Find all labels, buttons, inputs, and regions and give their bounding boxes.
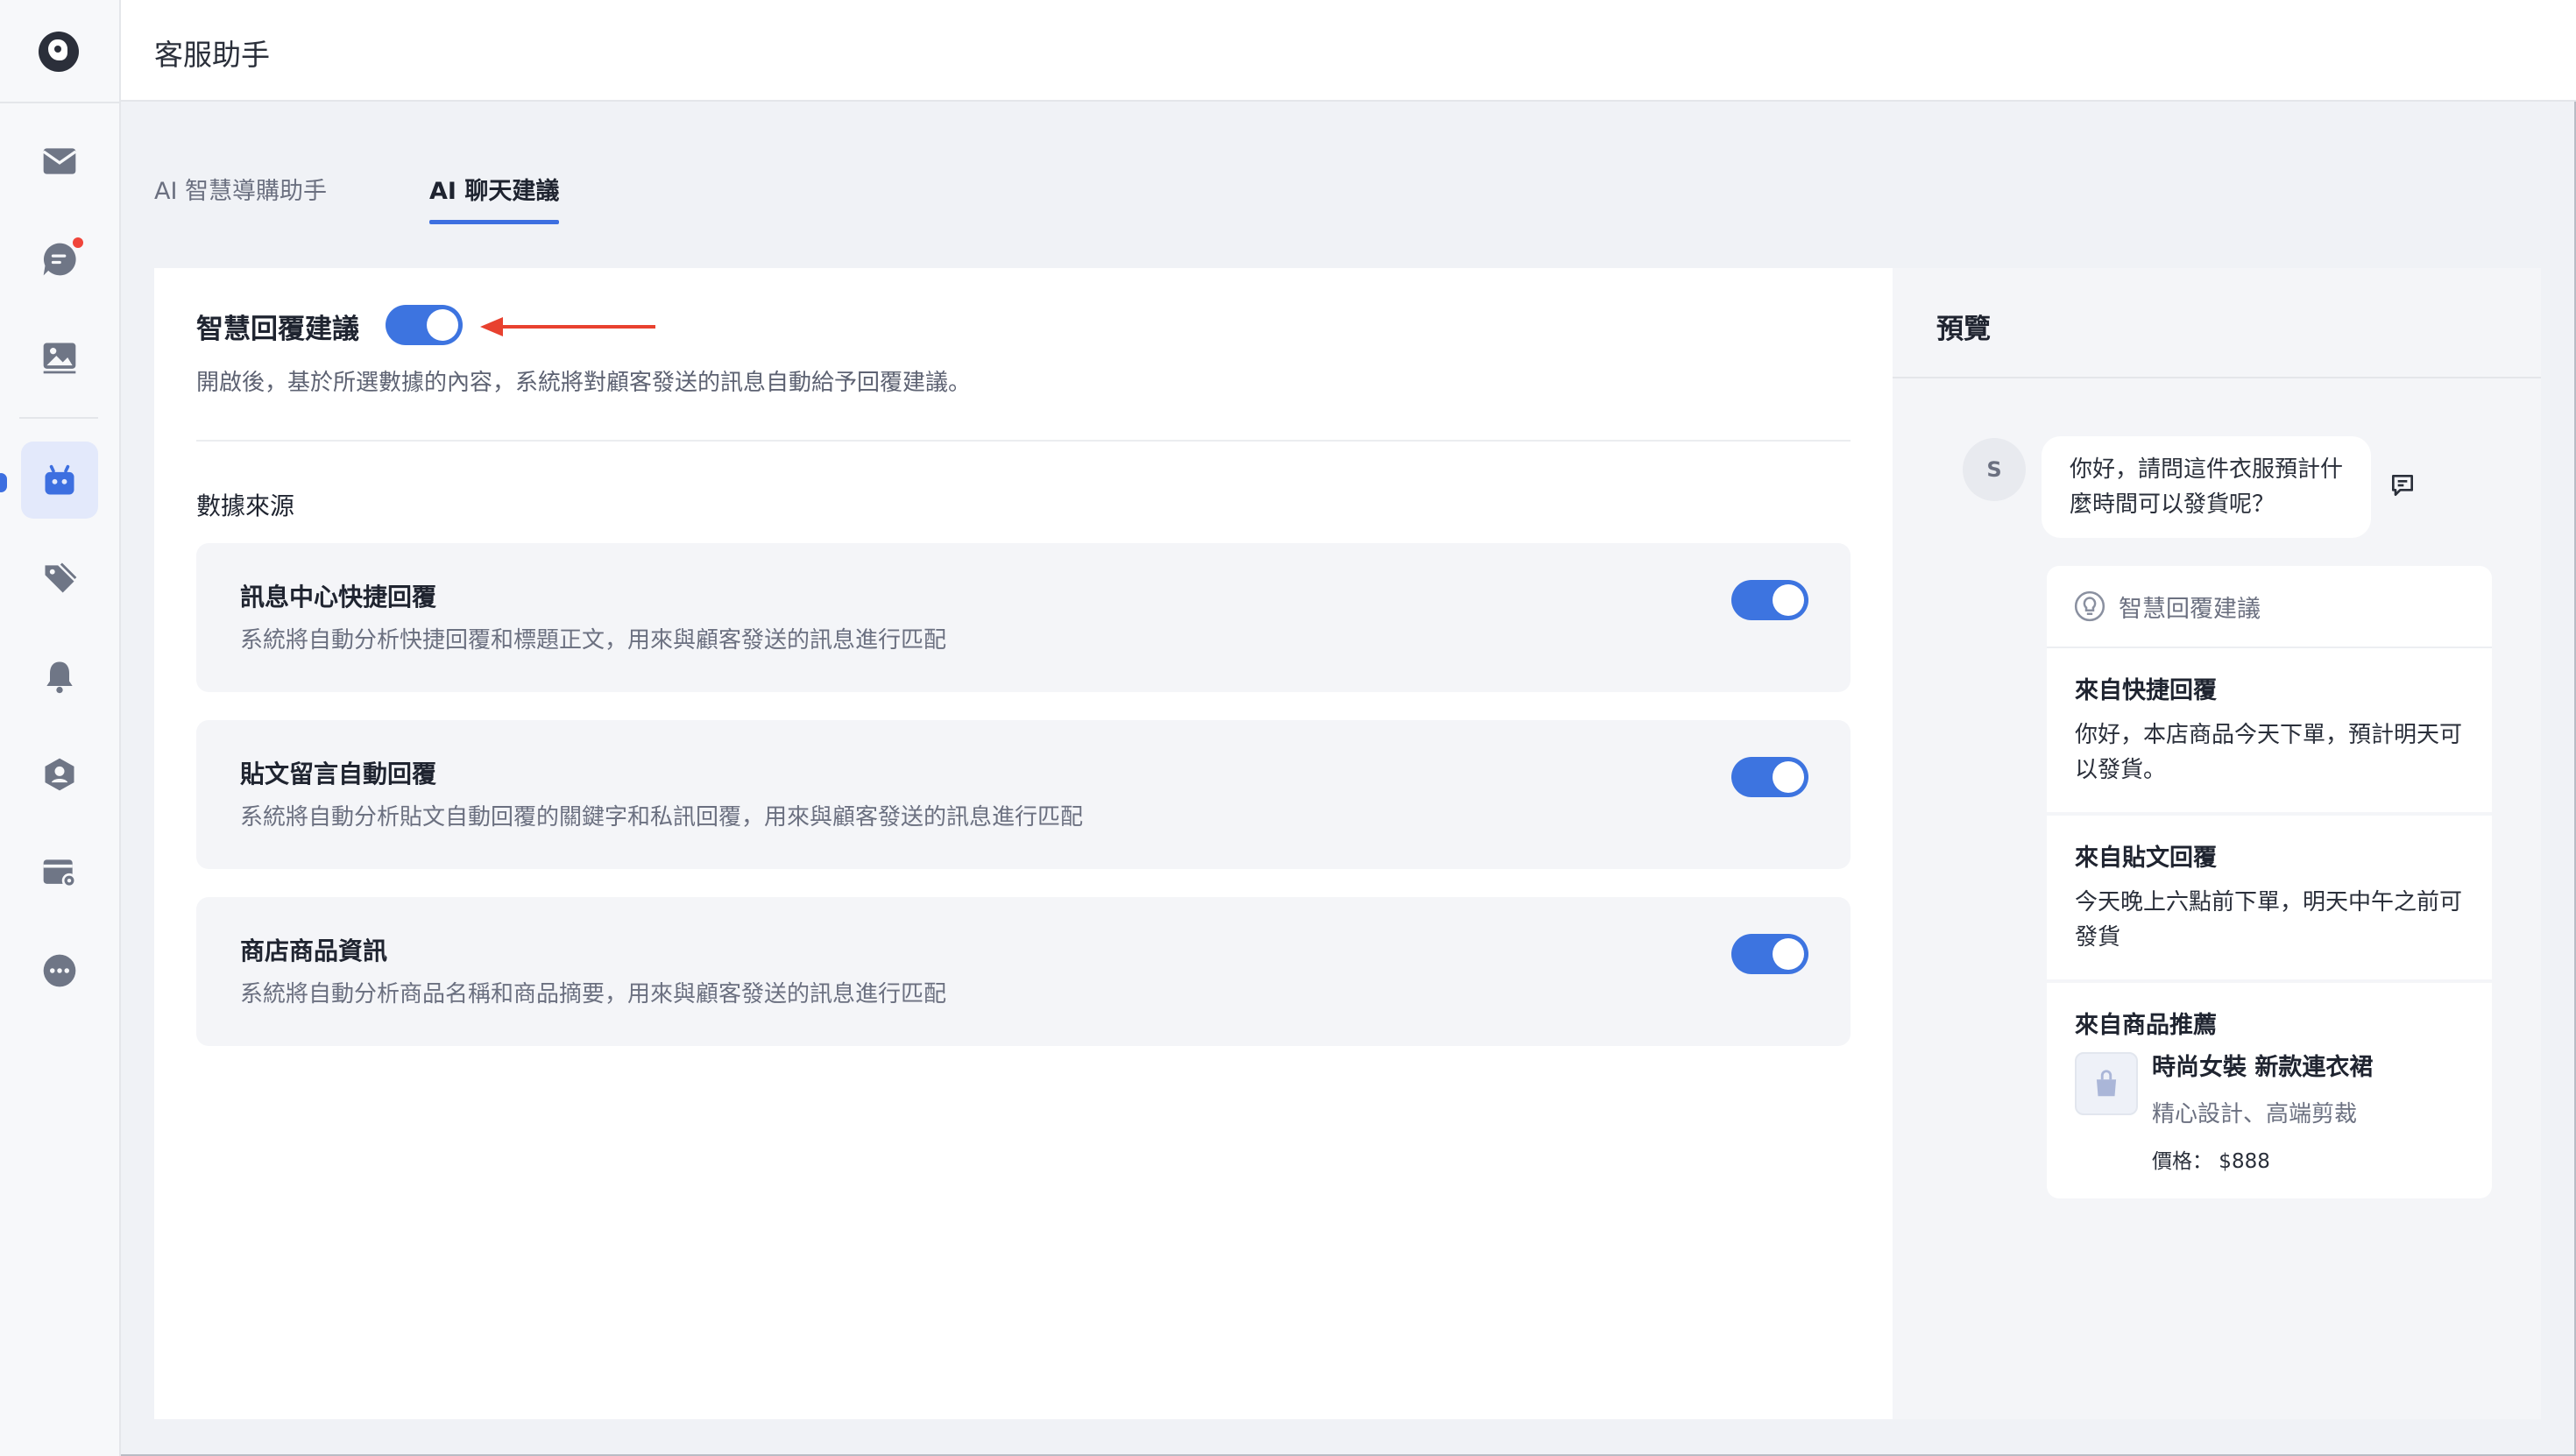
- shopping-bag-icon: [2096, 1070, 2117, 1097]
- source-description: 系統將自動分析商品名稱和商品摘要，用來與顧客發送的訊息進行匹配: [240, 981, 947, 1007]
- smart-reply-title: 智慧回覆建議: [196, 314, 359, 345]
- suggestion-heading: 來自貼文回覆: [2075, 845, 2217, 872]
- source-title: 商店商品資訊: [240, 937, 388, 965]
- source-card-store-products: 商店商品資訊 系統將自動分析商品名稱和商品摘要，用來與顧客發送的訊息進行匹配: [196, 897, 1851, 1046]
- preview-divider: [1893, 377, 2541, 378]
- sidebar-item-media[interactable]: [21, 319, 98, 396]
- unread-badge: [70, 235, 86, 251]
- suggestion-card: 智慧回覆建議 來自快捷回覆 你好，本店商品今天下單，預計明天可以發貨。 來自貼文…: [2047, 566, 2492, 1198]
- quick-reply-toggle[interactable]: [1731, 580, 1808, 620]
- customer-message-bubble: 你好，請問這件衣服預計什麼時間可以發貨呢？: [2042, 436, 2371, 538]
- product-recommendation: 時尚女裝 新款連衣裙 精心設計、高端剪裁 價格： $888: [2075, 1052, 2464, 1174]
- source-title: 訊息中心快捷回覆: [240, 583, 437, 611]
- active-indicator: [0, 473, 7, 492]
- preview-title: 預覽: [1936, 314, 1991, 345]
- sidebar-item-inbox[interactable]: [21, 123, 98, 200]
- source-description: 系統將自動分析貼文自動回覆的關鍵字和私訊回覆，用來與顧客發送的訊息進行匹配: [240, 804, 1084, 830]
- sidebar-item-more[interactable]: [21, 932, 98, 1009]
- suggestion-header: 智慧回覆建議: [2047, 566, 2492, 648]
- tab-ai-chat-suggestions[interactable]: AI 聊天建議: [429, 172, 560, 224]
- suggestion-item-product[interactable]: 來自商品推薦 時尚女裝 新款連衣裙 精心設計、高端剪裁 價格： $888: [2047, 983, 2492, 1198]
- card-gear-icon: [43, 859, 77, 888]
- product-description: 精心設計、高端剪裁: [2152, 1101, 2358, 1127]
- mail-icon: [42, 148, 77, 174]
- suggestion-body: 你好，本店商品今天下單，預計明天可以發貨。: [2075, 722, 2463, 783]
- image-icon: [43, 343, 76, 374]
- smart-reply-description: 開啟後，基於所選數據的內容，系統將對顧客發送的訊息自動給予回覆建議。: [196, 370, 972, 396]
- suggestion-item[interactable]: 來自快捷回覆 你好，本店商品今天下單，預計明天可以發貨。: [2047, 648, 2492, 816]
- reply-suggest-icon[interactable]: [2388, 471, 2417, 499]
- sidebar-item-chat[interactable]: [21, 221, 98, 298]
- bell-icon: [46, 661, 73, 694]
- tag-icon: [45, 562, 77, 593]
- page-title: 客服助手: [154, 38, 270, 72]
- sidebar: [0, 0, 121, 1456]
- user-shield-icon: [45, 758, 74, 791]
- product-thumbnail: [2075, 1052, 2138, 1115]
- post-comment-toggle[interactable]: [1731, 757, 1808, 797]
- robot-icon: [45, 464, 74, 495]
- sidebar-item-contacts[interactable]: [21, 736, 98, 813]
- source-title: 貼文留言自動回覆: [240, 760, 437, 788]
- suggestion-body: 今天晚上六點前下單，明天中午之前可發貨: [2075, 889, 2463, 951]
- source-card-post-comment: 貼文留言自動回覆 系統將自動分析貼文自動回覆的關鍵字和私訊回覆，用來與顧客發送的…: [196, 720, 1851, 869]
- sidebar-item-assistant[interactable]: [21, 442, 98, 519]
- sidebar-divider: [0, 102, 121, 103]
- source-card-quick-reply: 訊息中心快捷回覆 系統將自動分析快捷回覆和標題正文，用來與顧客發送的訊息進行匹配: [196, 543, 1851, 692]
- suggestion-header-label: 智慧回覆建議: [2119, 595, 2261, 623]
- app-logo-icon[interactable]: [39, 32, 79, 72]
- product-name: 時尚女裝 新款連衣裙: [2152, 1054, 2374, 1081]
- suggestion-heading: 來自商品推薦: [2075, 1012, 2217, 1039]
- store-products-toggle[interactable]: [1731, 934, 1808, 974]
- product-price: 價格： $888: [2152, 1150, 2270, 1173]
- preview-panel: 預覽 S 你好，請問這件衣服預計什麼時間可以發貨呢？ 智慧回覆建議 來自快捷回覆…: [1893, 268, 2541, 1419]
- lightbulb-icon: [2074, 590, 2105, 622]
- source-description: 系統將自動分析快捷回覆和標題正文，用來與顧客發送的訊息進行匹配: [240, 627, 947, 654]
- top-header: 客服助手: [121, 0, 2576, 102]
- more-icon: [43, 954, 76, 987]
- sidebar-item-tags[interactable]: [21, 540, 98, 617]
- tab-ai-shopping-assistant[interactable]: AI 智慧導購助手: [154, 172, 327, 224]
- sidebar-item-settings-card[interactable]: [21, 834, 98, 911]
- smart-reply-toggle[interactable]: [386, 305, 463, 345]
- sidebar-divider: [19, 417, 98, 419]
- sidebar-item-notifications[interactable]: [21, 638, 98, 715]
- suggestion-heading: 來自快捷回覆: [2075, 677, 2217, 704]
- customer-avatar: S: [1963, 438, 2026, 501]
- annotation-arrow-icon: [480, 317, 655, 336]
- suggestion-item[interactable]: 來自貼文回覆 今天晚上六點前下單，明天中午之前可發貨: [2047, 816, 2492, 983]
- section-divider: [196, 440, 1851, 442]
- data-source-label: 數據來源: [196, 491, 295, 520]
- settings-panel: 智慧回覆建議 開啟後，基於所選數據的內容，系統將對顧客發送的訊息自動給予回覆建議…: [154, 268, 1893, 1419]
